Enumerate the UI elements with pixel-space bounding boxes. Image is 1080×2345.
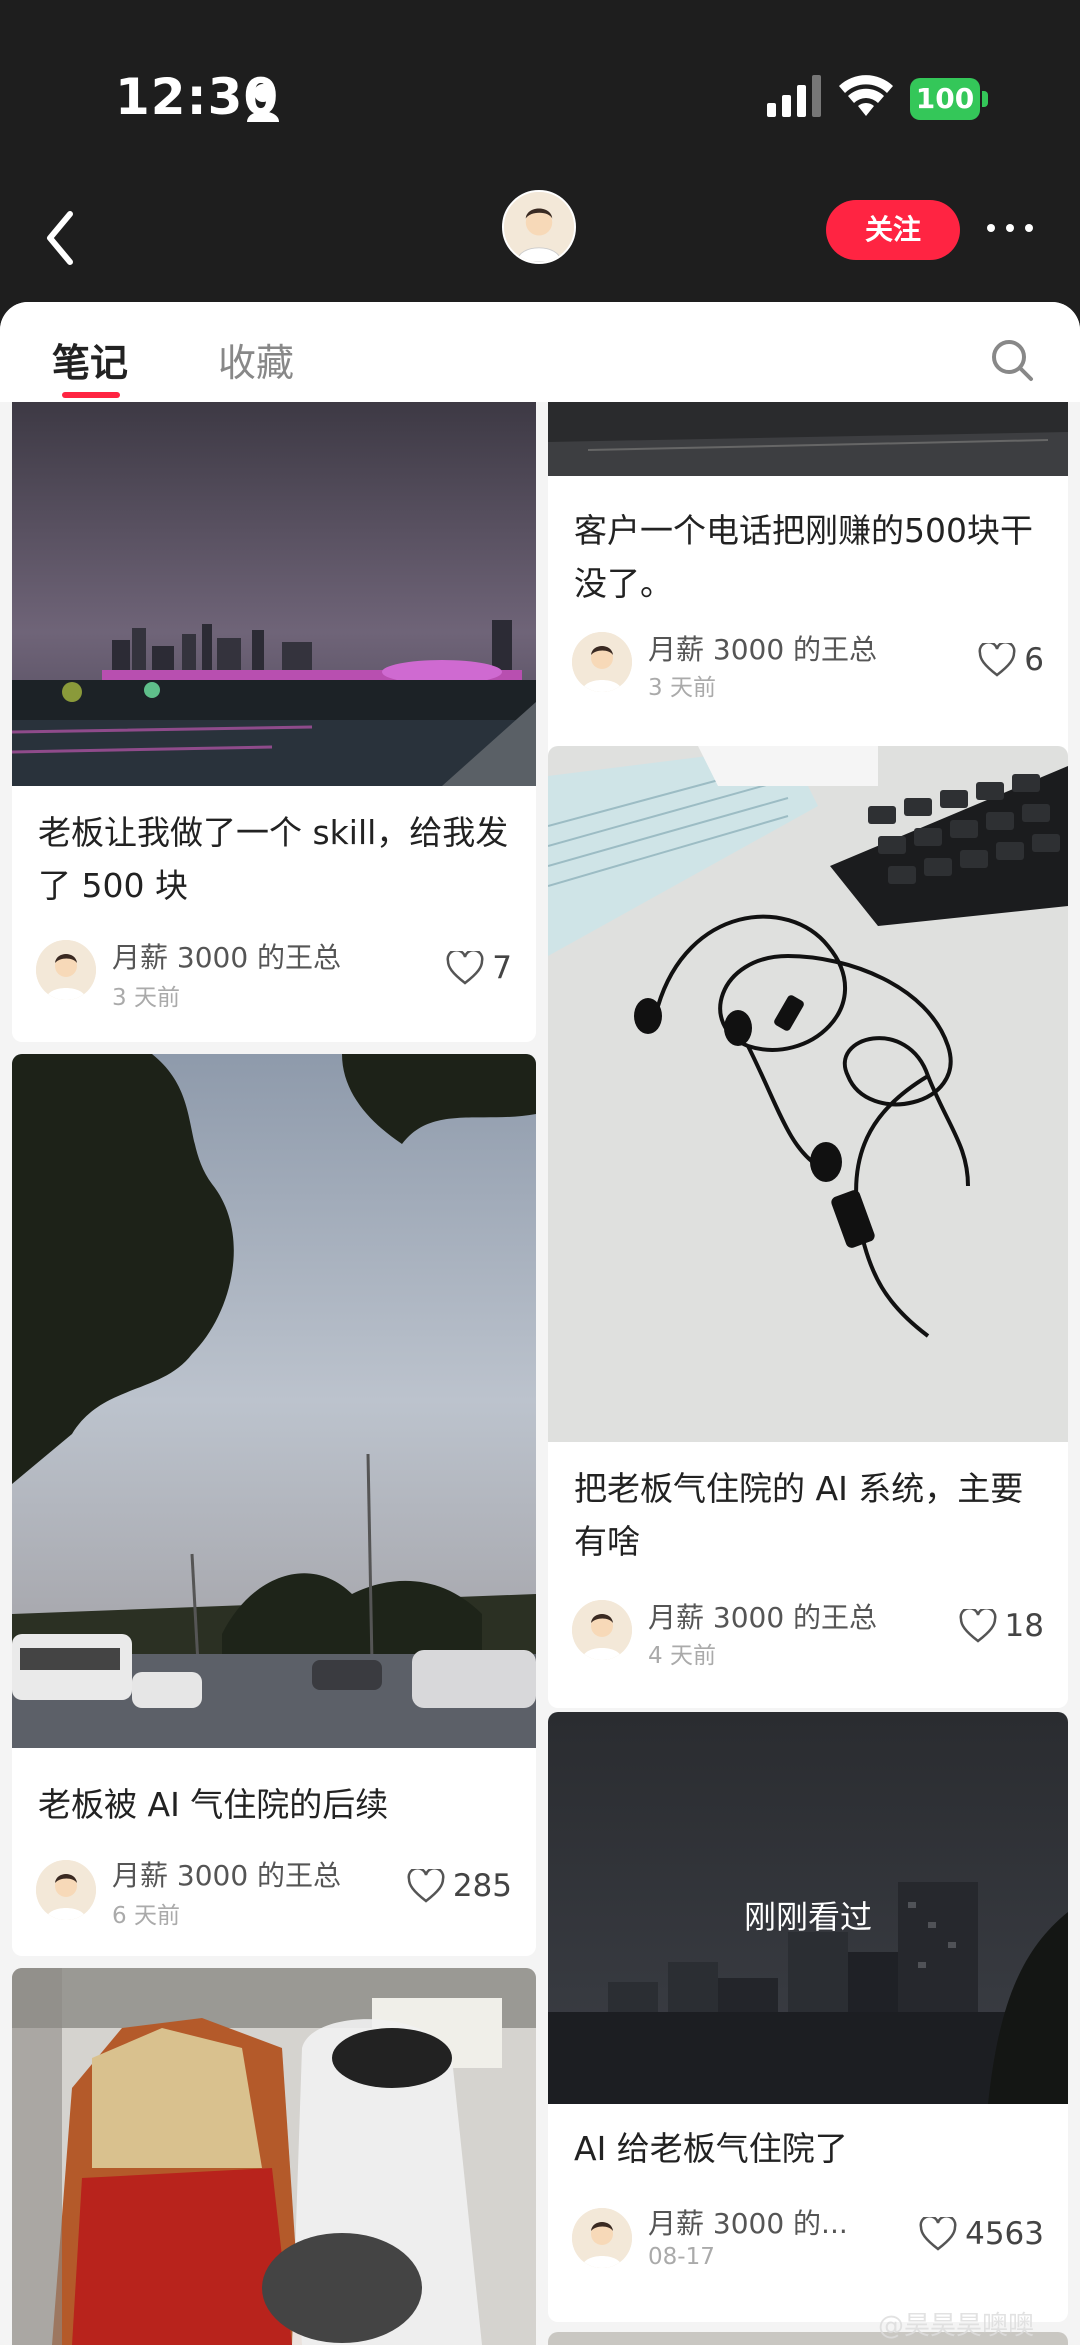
note-title: AI 给老板气住院了 (574, 2129, 848, 2168)
note-title: 把老板气住院的 AI 系统，主要有啥 (574, 1469, 1024, 1561)
author-avatar (572, 2208, 632, 2268)
battery-indicator: 100 (910, 78, 988, 120)
note-cover-image (12, 402, 536, 786)
author-name: 月薪 3000 的... (648, 2207, 848, 2240)
note-cover-image (548, 402, 1068, 476)
heart-icon (407, 1869, 445, 1903)
post-time: 3 天前 (112, 985, 180, 1011)
tab-bar: 笔记 收藏 (0, 302, 1080, 402)
note-cover-image (12, 1054, 536, 1748)
heart-icon (959, 1609, 997, 1643)
heart-icon (446, 951, 484, 985)
active-tab-indicator (62, 392, 120, 398)
note-title: 老板被 AI 气住院的后续 (38, 1785, 389, 1824)
note-card[interactable]: 把老板气住院的 AI 系统，主要有啥 月薪 3000 的王总 4 天前 18 (548, 746, 1068, 1708)
note-card[interactable] (12, 1968, 536, 2345)
post-time: 08-17 (648, 2244, 715, 2270)
follow-button[interactable]: 关注 (826, 200, 960, 260)
like-button[interactable]: 6 (978, 642, 1044, 678)
recently-viewed-label: 刚刚看过 (743, 1898, 872, 1936)
like-button[interactable]: 4563 (919, 2216, 1044, 2252)
author-avatar (572, 632, 632, 692)
author-name: 月薪 3000 的王总 (648, 633, 878, 666)
note-cover-image (548, 746, 1068, 1442)
back-arrow-icon[interactable] (42, 208, 82, 268)
author-avatar (572, 1600, 632, 1660)
heart-icon (919, 2217, 957, 2251)
heart-icon (978, 643, 1016, 677)
like-button[interactable]: 7 (446, 950, 512, 986)
like-count: 6 (1024, 642, 1044, 678)
search-icon[interactable] (990, 338, 1034, 382)
like-count: 285 (452, 1868, 512, 1904)
like-count: 7 (492, 950, 512, 986)
watermark: @昊昊昊噢噢 (878, 2311, 1035, 2341)
author-name: 月薪 3000 的王总 (648, 1601, 878, 1634)
like-button[interactable]: 285 (407, 1868, 512, 1904)
author-avatar (36, 940, 96, 1000)
post-time: 4 天前 (648, 1643, 716, 1669)
author-avatar (36, 1860, 96, 1920)
note-cover-image: 刚刚看过 (548, 1712, 1068, 2104)
post-time: 6 天前 (112, 1903, 180, 1929)
note-card[interactable]: 老板被 AI 气住院的后续 月薪 3000 的王总 6 天前 285 (12, 1054, 536, 1956)
wifi-icon (839, 75, 893, 116)
like-count: 4563 (965, 2216, 1044, 2252)
note-card[interactable]: 老板让我做了一个 skill，给我发了 500 块 月薪 3000 的王总 3 … (12, 402, 536, 1042)
like-button[interactable]: 18 (959, 1608, 1044, 1644)
author-name: 月薪 3000 的王总 (112, 1859, 342, 1892)
note-card[interactable]: 刚刚看过 AI 给老板气住院了 月薪 3000 的... 08-17 4563 (548, 1712, 1068, 2322)
note-title: 客户一个电话把刚赚的500块干没了。 (574, 511, 1033, 603)
tab-collections[interactable]: 收藏 (218, 332, 294, 387)
more-options-icon[interactable] (985, 218, 1035, 238)
nav-bar: 关注 (0, 190, 1080, 300)
profile-avatar[interactable] (502, 190, 576, 264)
note-title: 老板让我做了一个 skill，给我发了 500 块 (38, 813, 509, 905)
signal-icon (767, 75, 821, 117)
tab-notes[interactable]: 笔记 (52, 332, 128, 387)
author-name: 月薪 3000 的王总 (112, 941, 342, 974)
status-bar: 12:30 100 (0, 0, 1080, 190)
content-sheet: 笔记 收藏 客户一个电话把刚赚的500块干没了。 月薪 3000 的王总 3 天… (0, 302, 1080, 2345)
post-time: 3 天前 (648, 675, 716, 701)
like-count: 18 (1004, 1608, 1044, 1644)
note-cover-image (12, 1968, 536, 2345)
person-icon (247, 84, 279, 122)
battery-level: 100 (910, 78, 980, 120)
